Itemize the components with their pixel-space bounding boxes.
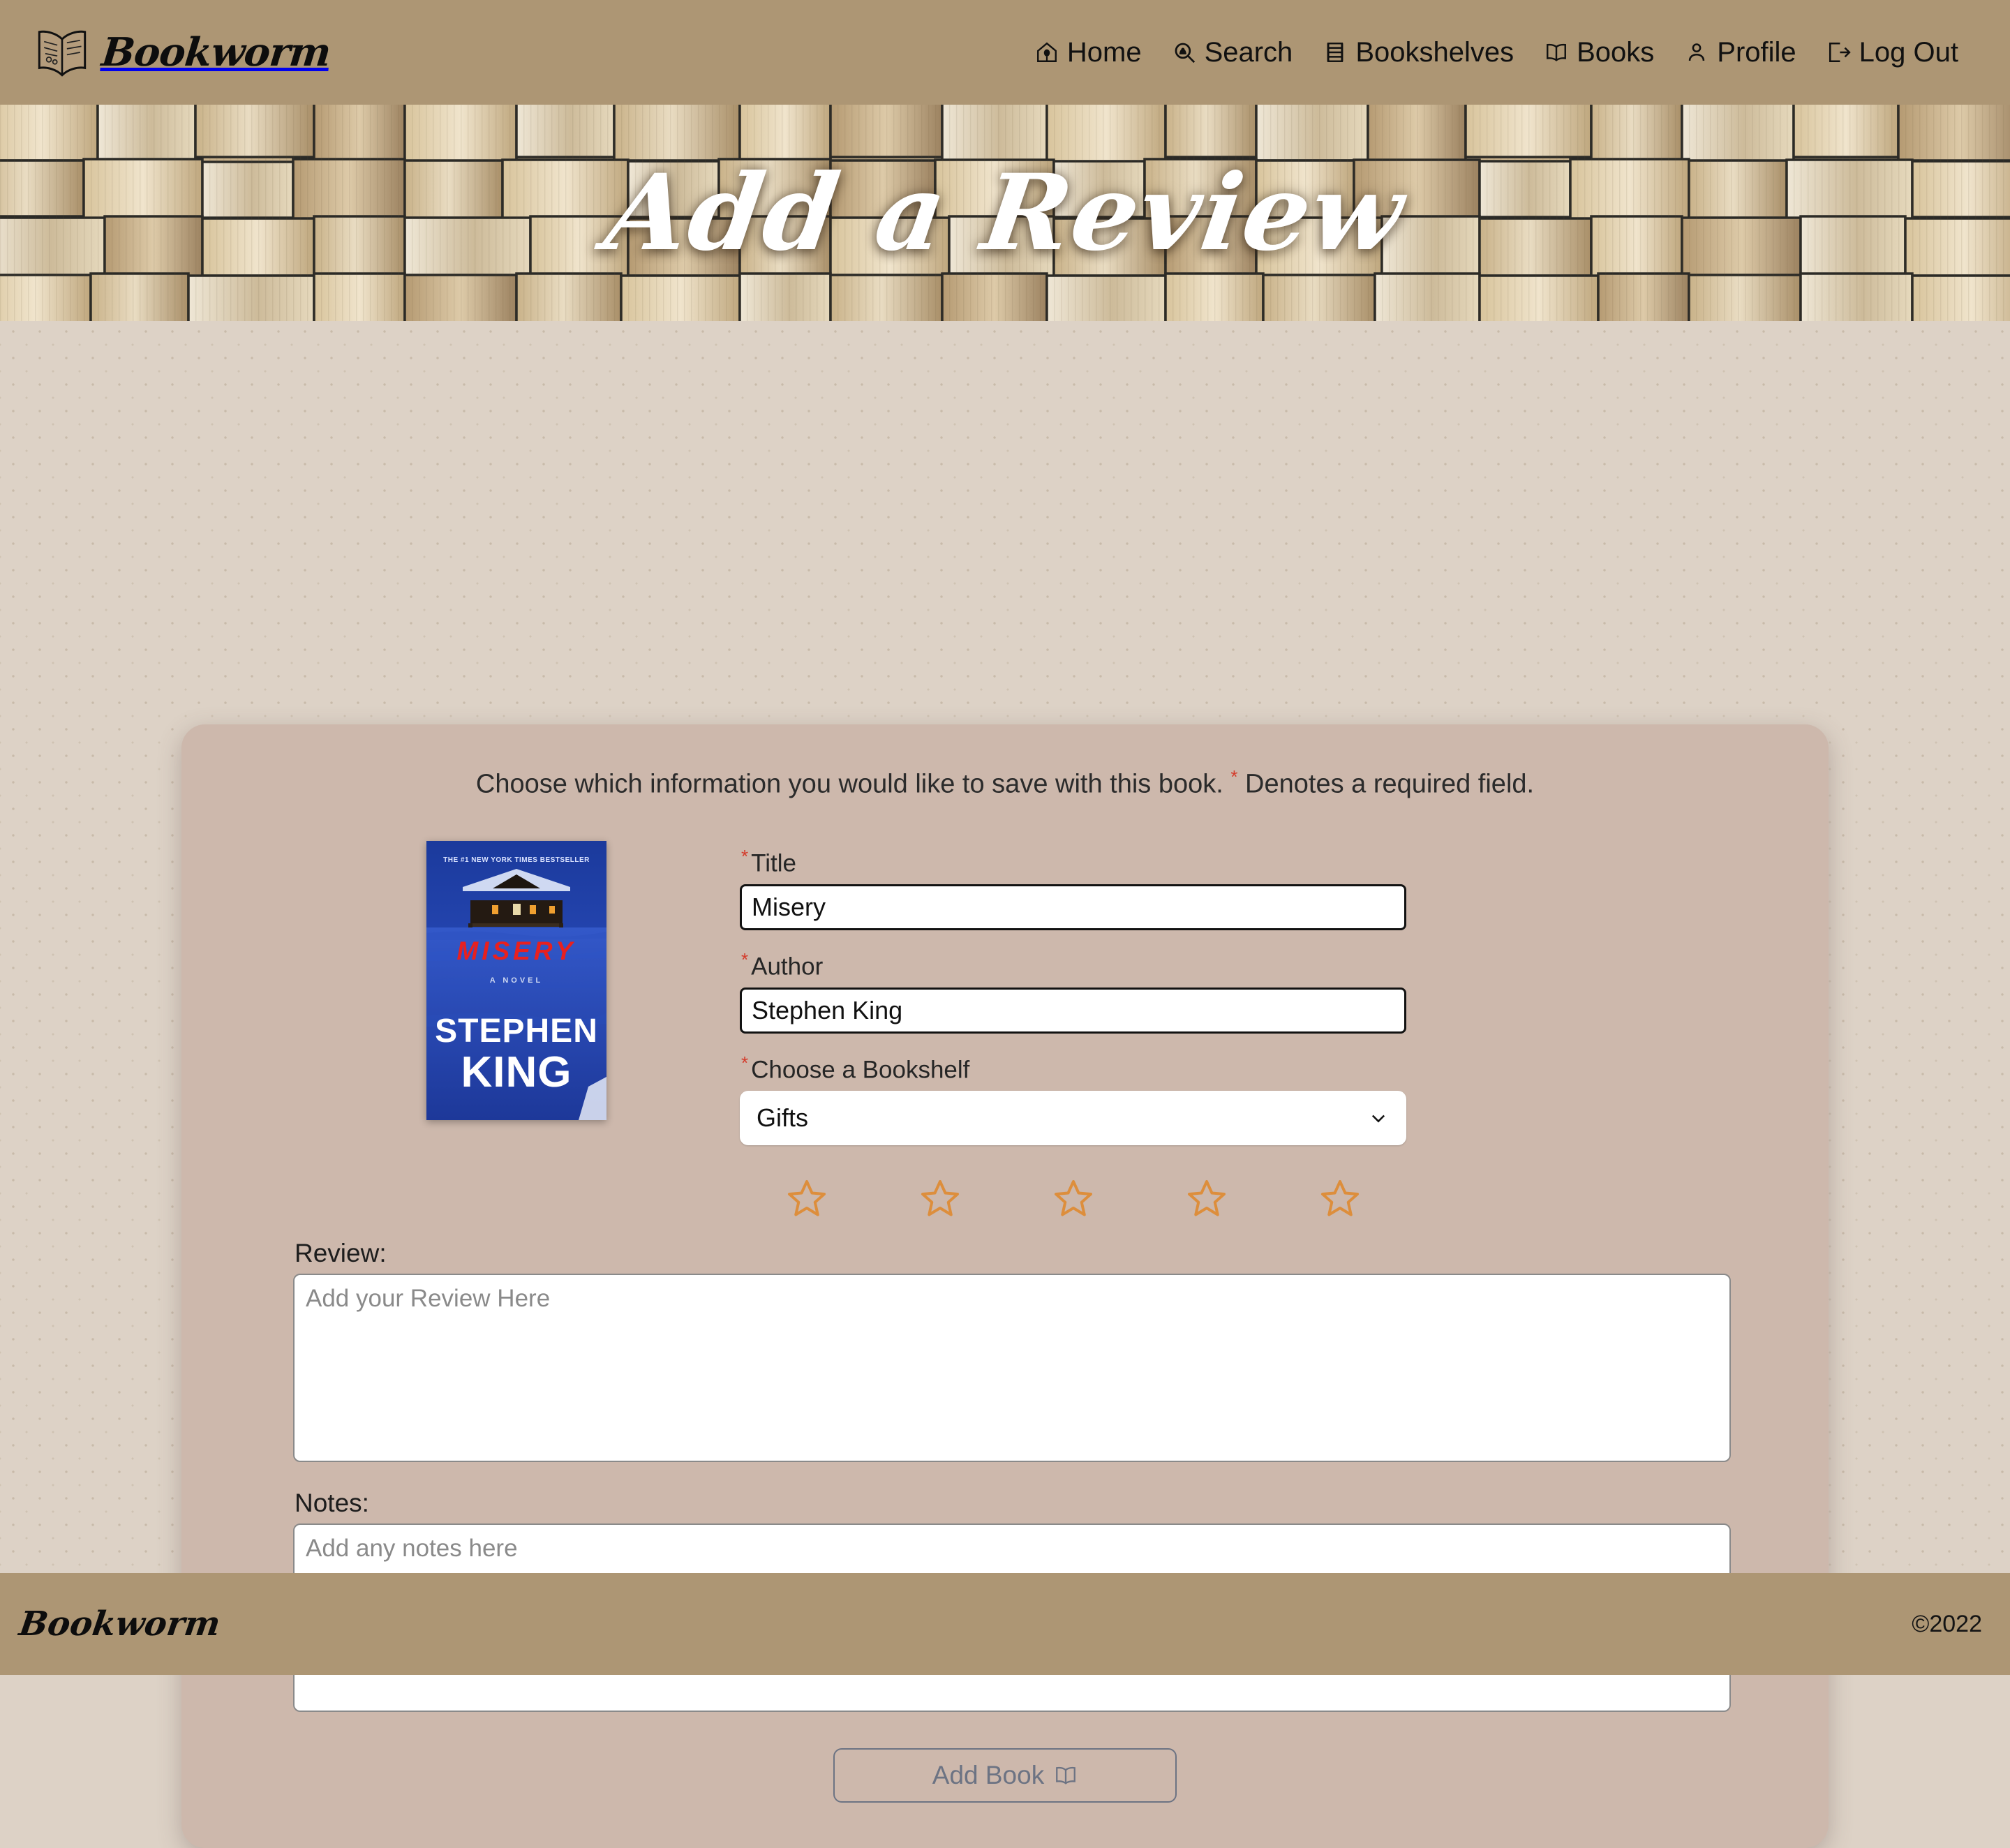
brand-logo-link[interactable]: Bookworm bbox=[32, 22, 330, 82]
svg-text:THE #1 NEW YORK TIMES BESTSELL: THE #1 NEW YORK TIMES BESTSELLER bbox=[443, 856, 590, 864]
fields-column: *Title *Author *Choose a Bookshelf bbox=[740, 841, 1738, 1219]
spacer-1 bbox=[740, 930, 1738, 950]
svg-text:MISERY: MISERY bbox=[456, 937, 576, 965]
author-field-label: *Author bbox=[741, 950, 1738, 981]
submit-row: Add Book bbox=[181, 1748, 1829, 1803]
top-navbar: Bookworm Home Search bbox=[0, 0, 2010, 105]
nav-item-profile[interactable]: Profile bbox=[1685, 38, 1796, 66]
nav-item-books[interactable]: Books bbox=[1544, 38, 1654, 66]
star-rating-3[interactable] bbox=[1006, 1177, 1140, 1219]
footer-copyright: ©2022 bbox=[1912, 1611, 1982, 1638]
nav-item-logout-label: Log Out bbox=[1859, 38, 1958, 66]
add-book-button[interactable]: Add Book bbox=[833, 1748, 1177, 1803]
nav-item-profile-label: Profile bbox=[1717, 38, 1796, 66]
open-book-icon bbox=[32, 22, 92, 82]
person-icon bbox=[1685, 40, 1708, 64]
review-label: Review: bbox=[295, 1239, 1717, 1268]
hero-banner: Add a Review bbox=[0, 105, 2010, 321]
instructions-text-before: Choose which information you would like … bbox=[476, 770, 1223, 799]
nav-item-bookshelves[interactable]: Bookshelves bbox=[1323, 38, 1514, 66]
svg-text:STEPHEN: STEPHEN bbox=[435, 1013, 598, 1050]
add-book-button-label: Add Book bbox=[932, 1761, 1044, 1790]
title-field-label: *Title bbox=[741, 847, 1738, 877]
nav-item-home-label: Home bbox=[1067, 38, 1142, 66]
home-icon bbox=[1035, 40, 1059, 64]
bookshelf-label-text: Choose a Bookshelf bbox=[751, 1057, 969, 1084]
title-label-text: Title bbox=[751, 849, 796, 877]
book-and-fields-row: THE #1 NEW YORK TIMES BESTSELLER bbox=[181, 798, 1829, 1219]
author-input[interactable] bbox=[740, 988, 1406, 1034]
notes-label: Notes: bbox=[295, 1489, 1717, 1518]
nav-item-search-label: Search bbox=[1205, 38, 1293, 66]
bookshelf-field-label: *Choose a Bookshelf bbox=[741, 1053, 1738, 1084]
review-textarea[interactable] bbox=[293, 1274, 1731, 1462]
nav-links: Home Search Bookshelves bbox=[1035, 38, 1958, 66]
nav-item-search[interactable]: Search bbox=[1172, 38, 1293, 66]
required-marker-author: * bbox=[741, 949, 748, 970]
required-marker-bookshelf: * bbox=[741, 1052, 748, 1073]
brand-name: Bookworm bbox=[100, 29, 333, 75]
nav-item-home[interactable]: Home bbox=[1035, 38, 1142, 66]
book-open-icon bbox=[1054, 1764, 1078, 1787]
author-label-text: Author bbox=[751, 953, 823, 980]
form-instructions: Choose which information you would like … bbox=[181, 724, 1829, 798]
book-cover-image: THE #1 NEW YORK TIMES BESTSELLER bbox=[426, 841, 606, 1120]
footer-brand: Bookworm bbox=[17, 1604, 223, 1644]
nav-item-bookshelves-label: Bookshelves bbox=[1355, 38, 1514, 66]
svg-text:A NOVEL: A NOVEL bbox=[490, 976, 544, 985]
search-icon bbox=[1172, 40, 1196, 64]
star-rating-4[interactable] bbox=[1140, 1177, 1273, 1219]
spacer-2 bbox=[740, 1034, 1738, 1053]
page-title: Add a Review bbox=[598, 151, 1411, 274]
star-rating-1[interactable] bbox=[740, 1177, 873, 1219]
book-cover-column: THE #1 NEW YORK TIMES BESTSELLER bbox=[293, 841, 740, 1219]
star-rating-2[interactable] bbox=[873, 1177, 1006, 1219]
nav-item-books-label: Books bbox=[1577, 38, 1654, 66]
bookshelf-select[interactable] bbox=[740, 1091, 1406, 1145]
required-marker-legend: * bbox=[1230, 766, 1237, 787]
bookshelf-icon bbox=[1323, 40, 1347, 64]
svg-text:KING: KING bbox=[461, 1048, 572, 1096]
logout-icon bbox=[1827, 40, 1851, 64]
add-review-card: Choose which information you would like … bbox=[181, 724, 1829, 1848]
star-rating-5[interactable] bbox=[1273, 1177, 1406, 1219]
book-open-icon bbox=[1544, 40, 1568, 64]
review-block: Review: bbox=[181, 1239, 1829, 1462]
page-footer: Bookworm ©2022 bbox=[0, 1573, 2010, 1675]
nav-item-logout[interactable]: Log Out bbox=[1827, 38, 1958, 66]
rating-stars bbox=[740, 1177, 1406, 1219]
required-marker-title: * bbox=[741, 846, 748, 867]
title-input[interactable] bbox=[740, 884, 1406, 930]
instructions-text-after: Denotes a required field. bbox=[1245, 770, 1534, 799]
bookshelf-select-wrapper bbox=[740, 1091, 1406, 1145]
